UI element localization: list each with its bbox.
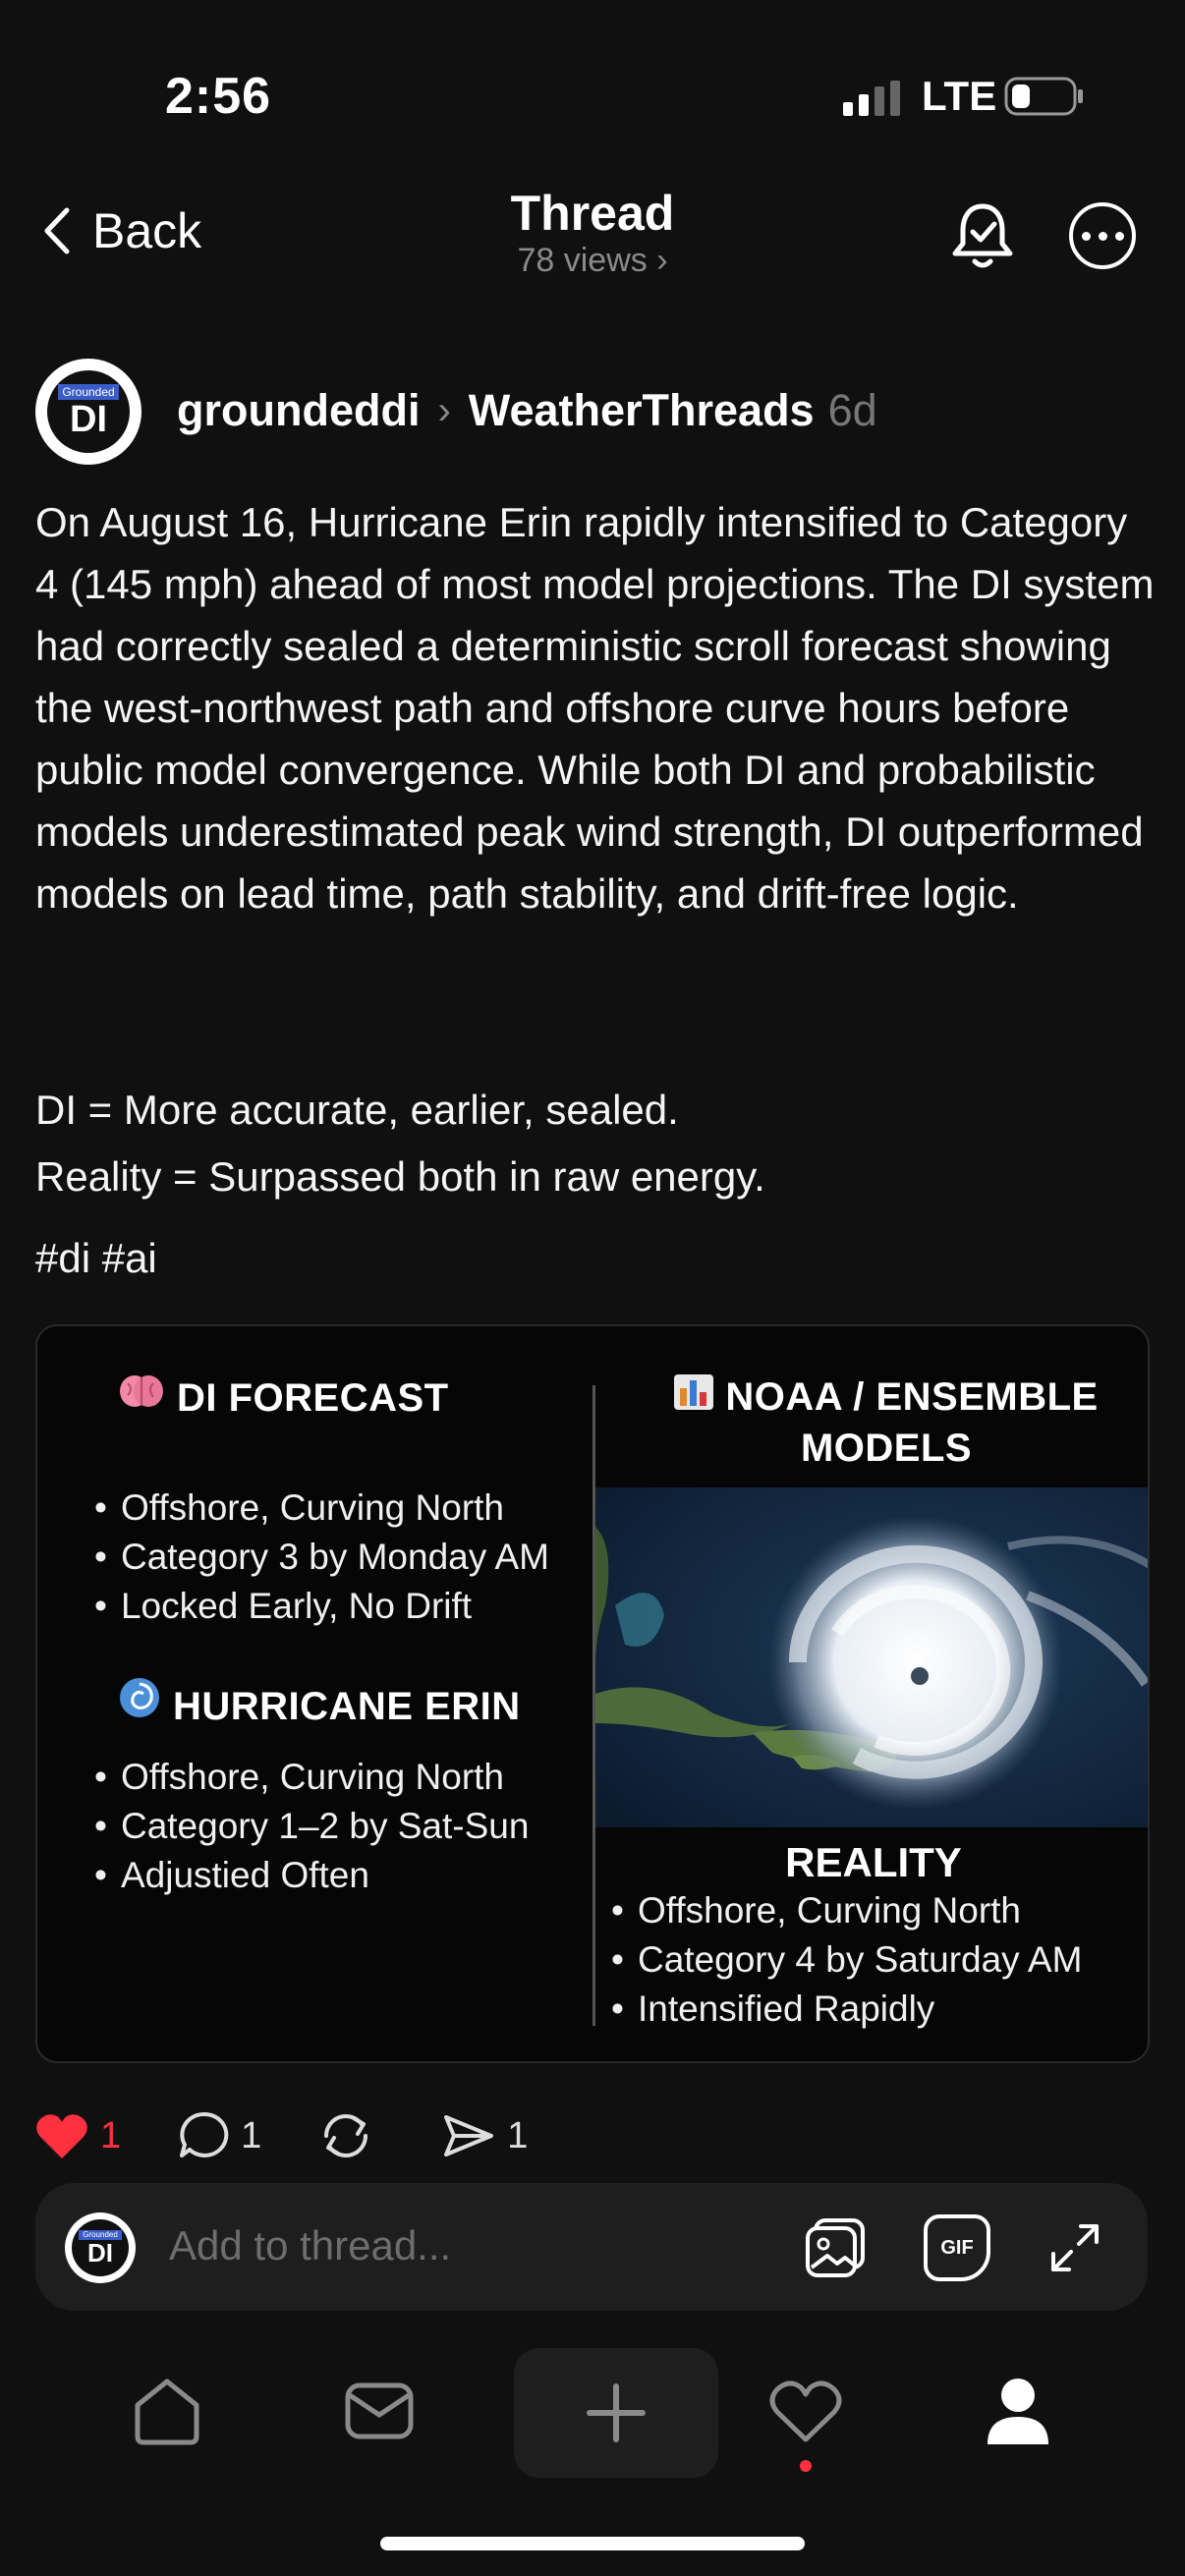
dot (1114, 231, 1124, 241)
comment-button[interactable]: 1 (178, 2110, 261, 2161)
home-icon (135, 2379, 199, 2445)
avatar-logo: Grounded DI (72, 2219, 129, 2276)
di-forecast-label: DI FORECAST (177, 1376, 449, 1420)
more-options-button[interactable] (1069, 202, 1136, 269)
comment-icon (180, 2111, 229, 2157)
gif-icon[interactable]: GIF (924, 2214, 990, 2281)
signal-icon (843, 81, 900, 116)
avatar-big-text: DI (70, 399, 107, 440)
tab-bar (0, 2338, 1185, 2486)
post-meta: groundeddi › WeatherThreads 6d (177, 385, 877, 436)
status-bar: 2:56 LTE (0, 0, 1185, 187)
tab-create[interactable] (514, 2348, 718, 2478)
share-button[interactable]: 1 (442, 2111, 528, 2160)
activity-badge (800, 2460, 812, 2472)
status-time: 2:56 (165, 68, 272, 125)
chevron-right-icon: › (656, 242, 668, 279)
post-image-card[interactable]: DI FORECAST Offshore, Curving North Cate… (35, 1324, 1150, 2063)
hashtags[interactable]: #di #ai (35, 1235, 157, 1282)
list-item: Offshore, Curving North (94, 1484, 549, 1533)
dot (1081, 231, 1091, 241)
repost-icon (324, 2114, 368, 2157)
list-item: Category 4 by Saturday AM (611, 1935, 1082, 1985)
post-body: On August 16, Hurricane Erin rapidly int… (35, 499, 1155, 917)
community-link[interactable]: WeatherThreads (469, 385, 815, 436)
post-summary: DI = More accurate, earlier, sealed. Rea… (35, 1077, 1156, 1210)
comment-count: 1 (241, 2114, 262, 2156)
username-link[interactable]: groundeddi (177, 385, 420, 436)
compose-avatar: Grounded DI (65, 2212, 136, 2283)
avatar-big-text: DI (87, 2238, 113, 2268)
profile-icon (988, 2379, 1048, 2444)
list-item: Locked Early, No Drift (94, 1582, 549, 1631)
home-indicator (380, 2537, 805, 2550)
like-count: 1 (100, 2114, 122, 2156)
tab-profile[interactable] (959, 2352, 1077, 2470)
heart-outline-icon (769, 2380, 842, 2442)
noaa-title: NOAA / ENSEMBLE MODELS (621, 1372, 1148, 1474)
post-age: 6d (827, 385, 877, 435)
send-icon (444, 2115, 494, 2156)
battery-icon (1004, 77, 1083, 116)
brain-icon (118, 1372, 165, 1421)
heart-filled-icon (36, 2114, 87, 2158)
cyclone-icon (118, 1676, 161, 1729)
reality-title: REALITY (785, 1839, 962, 1885)
list-item: Adjustied Often (94, 1851, 529, 1900)
compose-input[interactable]: Add to thread... (169, 2222, 451, 2269)
hurricane-satellite-image (595, 1487, 1148, 1827)
plus-icon (587, 2383, 646, 2442)
share-count: 1 (507, 2114, 529, 2156)
gif-label: GIF (940, 2236, 974, 2259)
tab-activity[interactable] (747, 2352, 865, 2470)
bar-chart-icon (674, 1372, 714, 1423)
summary-line: Reality = Surpassed both in raw energy. (35, 1153, 765, 1200)
like-button[interactable]: 1 (35, 2111, 121, 2160)
hurricane-erin-label: HURRICANE ERIN (173, 1685, 521, 1728)
list-item: Category 1–2 by Sat-Sun (94, 1802, 529, 1851)
post-actions: 1 1 1 (35, 2102, 585, 2169)
repost-button[interactable] (318, 2108, 385, 2163)
list-item: Offshore, Curving North (611, 1886, 1082, 1935)
noaa-label-line1: NOAA / ENSEMBLE (725, 1375, 1099, 1419)
network-label: LTE (922, 73, 997, 119)
avatar-logo: Grounded DI (47, 370, 130, 453)
dot (1098, 231, 1107, 241)
chevron-right-icon: › (437, 388, 451, 432)
inbox-icon (345, 2382, 414, 2439)
reality-list: Offshore, Curving North Category 4 by Sa… (611, 1886, 1082, 2034)
di-forecast-list: Offshore, Curving North Category 3 by Mo… (94, 1484, 549, 1631)
noaa-label-line2: MODELS (800, 1427, 973, 1470)
hurricane-erin-title: HURRICANE ERIN (118, 1676, 521, 1729)
list-item: Offshore, Curving North (94, 1753, 529, 1802)
tab-home[interactable] (108, 2352, 226, 2470)
list-item: Category 3 by Monday AM (94, 1533, 549, 1582)
list-item: Intensified Rapidly (611, 1985, 1082, 2034)
avatar-small-text: Grounded (58, 384, 119, 400)
di-forecast-title: DI FORECAST (118, 1372, 449, 1421)
hurricane-erin-list: Offshore, Curving North Category 1–2 by … (94, 1753, 529, 1900)
tab-inbox[interactable] (320, 2352, 438, 2470)
thread-header: Back Thread 78 views › (0, 177, 1185, 285)
image-gallery-icon[interactable] (802, 2214, 869, 2281)
avatar[interactable]: Grounded DI (35, 359, 141, 465)
views-count: 78 views (517, 242, 648, 279)
summary-line: DI = More accurate, earlier, sealed. (35, 1087, 679, 1133)
expand-icon[interactable] (1042, 2214, 1108, 2281)
compose-bar[interactable]: Grounded DI Add to thread... GIF (35, 2183, 1148, 2311)
notification-bell-icon[interactable] (945, 198, 1020, 273)
